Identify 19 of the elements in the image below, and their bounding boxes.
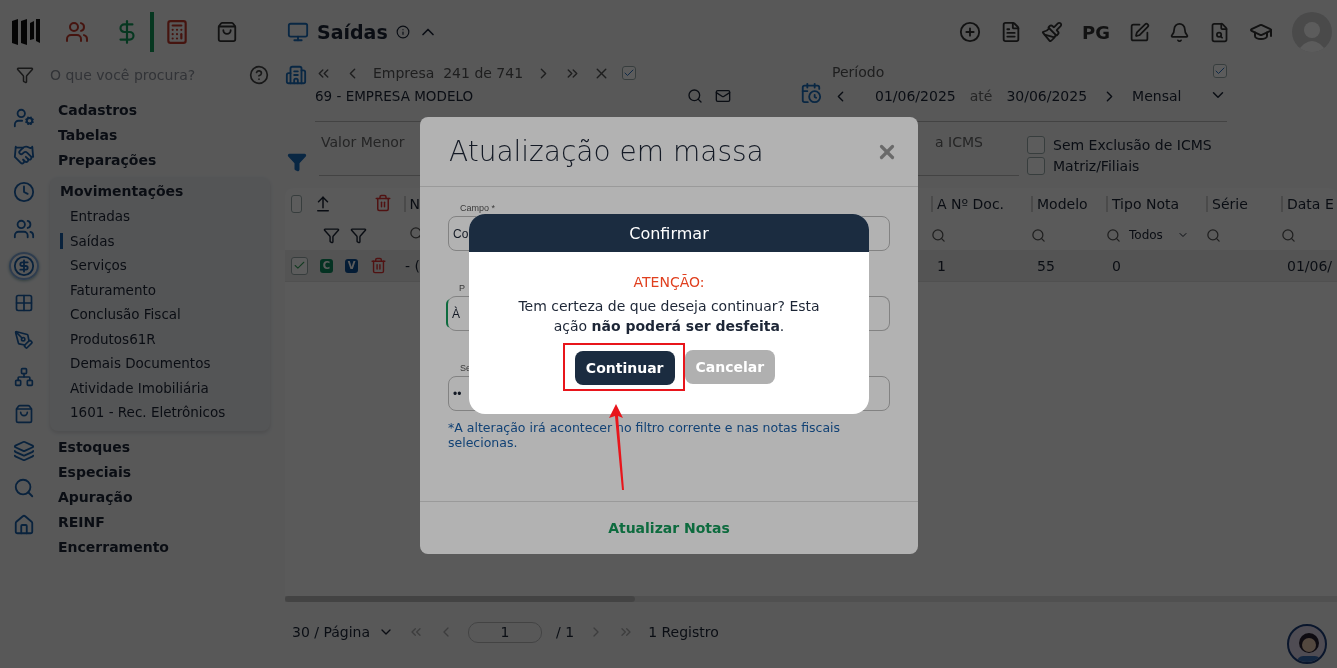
page-title: Saídas [317, 21, 388, 43]
period-label: Período [832, 64, 885, 82]
dialog-title: Atualização em massa [449, 135, 764, 168]
option-label: Sem Exclusão de ICMS [1053, 137, 1212, 153]
status-tag: V [345, 258, 359, 273]
page-count: / 1 [556, 624, 575, 640]
dialog-title: Confirmar [469, 214, 869, 252]
company-position: Empresa 241 de 741 [373, 65, 524, 81]
warning-text: ATENÇÃO: [633, 274, 705, 290]
table-cell-text: 01/06/ [1286, 257, 1333, 274]
option-label: Matriz/Filiais [1053, 158, 1140, 174]
company-name: 69 - EMPRESA MODELO [315, 88, 474, 104]
record-count: 1 Registro [648, 624, 719, 640]
table-cell-text: - ( [404, 257, 420, 274]
table-cell-text: 1 [936, 257, 946, 274]
table-cell-text: 55 [1036, 257, 1055, 274]
status-tag: C [319, 258, 333, 273]
message-text: Tem certeza de que deseja continuar? Esta ação não poderá ser desfeita. [517, 297, 821, 336]
table-cell-text: 0 [1111, 257, 1121, 274]
